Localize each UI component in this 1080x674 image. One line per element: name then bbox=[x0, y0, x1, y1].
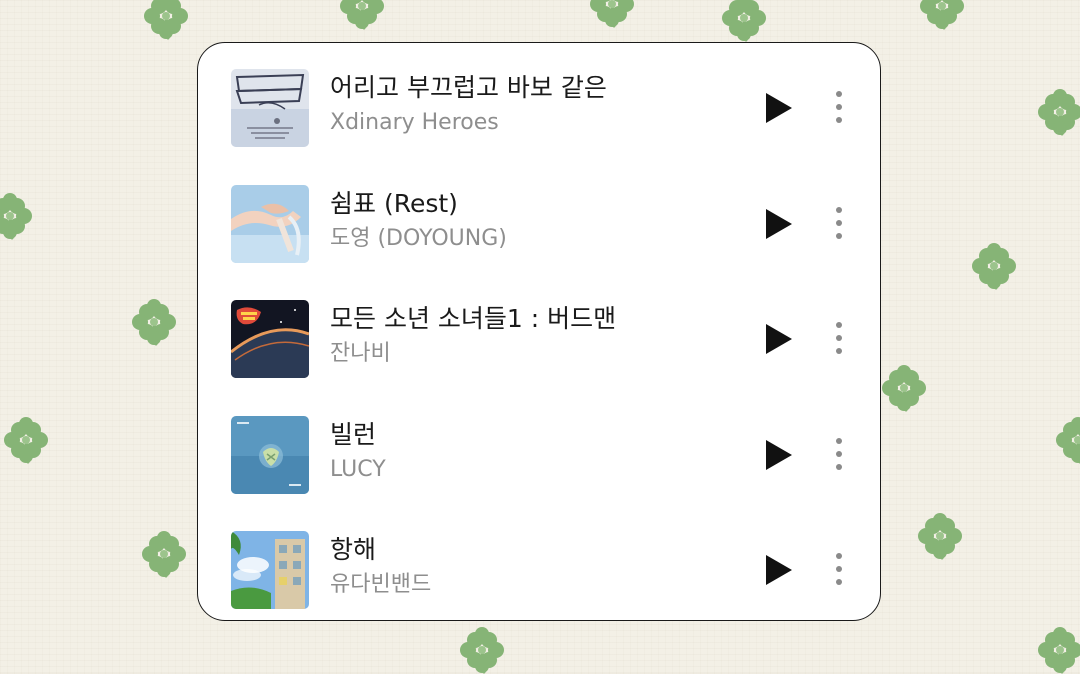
album-cover-planet[interactable] bbox=[231, 300, 309, 378]
clover-icon bbox=[1054, 416, 1080, 464]
clover-icon bbox=[458, 626, 506, 674]
play-icon[interactable] bbox=[763, 91, 795, 125]
play-icon[interactable] bbox=[763, 438, 795, 472]
clover-icon bbox=[142, 0, 190, 40]
clover-icon bbox=[2, 416, 50, 464]
more-vertical-icon[interactable] bbox=[828, 320, 850, 356]
track-title: 항해 bbox=[330, 535, 377, 564]
clover-icon bbox=[880, 364, 928, 412]
clover-icon bbox=[338, 0, 386, 30]
more-vertical-icon[interactable] bbox=[828, 551, 850, 587]
track-row[interactable]: 쉼표 (Rest) 도영 (DOYOUNG) bbox=[198, 185, 880, 275]
clover-icon bbox=[0, 192, 34, 240]
clover-icon bbox=[1036, 88, 1080, 136]
track-row[interactable]: 빌런 LUCY bbox=[198, 416, 880, 506]
album-cover-troubleshooting[interactable] bbox=[231, 69, 309, 147]
clover-icon bbox=[1036, 626, 1080, 674]
track-title: 어리고 부끄럽고 바보 같은 bbox=[330, 73, 607, 102]
track-row[interactable]: 항해 유다빈밴드 bbox=[198, 531, 880, 620]
clover-icon bbox=[140, 530, 188, 578]
track-artist: Xdinary Heroes bbox=[330, 110, 499, 135]
clover-icon bbox=[970, 242, 1018, 290]
track-title: 모든 소년 소녀들1 : 버드맨 bbox=[330, 304, 617, 333]
album-cover-hands-sky[interactable] bbox=[231, 185, 309, 263]
track-row[interactable]: 어리고 부끄럽고 바보 같은 Xdinary Heroes bbox=[198, 69, 880, 159]
clover-icon bbox=[918, 0, 966, 30]
track-artist: 유다빈밴드 bbox=[330, 572, 432, 597]
play-icon[interactable] bbox=[763, 207, 795, 241]
track-artist: 잔나비 bbox=[330, 341, 391, 366]
more-vertical-icon[interactable] bbox=[828, 89, 850, 125]
track-artist: LUCY bbox=[330, 457, 386, 482]
album-cover-blue-flower[interactable] bbox=[231, 416, 309, 494]
track-title: 쉼표 (Rest) bbox=[330, 189, 458, 218]
clover-icon bbox=[130, 298, 178, 346]
clover-icon bbox=[588, 0, 636, 28]
clover-icon bbox=[916, 512, 964, 560]
play-icon[interactable] bbox=[763, 322, 795, 356]
track-artist: 도영 (DOYOUNG) bbox=[330, 226, 507, 251]
more-vertical-icon[interactable] bbox=[828, 205, 850, 241]
clover-icon bbox=[720, 0, 768, 42]
track-title: 빌런 bbox=[330, 420, 377, 449]
playlist-card: 어리고 부끄럽고 바보 같은 Xdinary Heroes 쉼표 (Rest) … bbox=[197, 42, 881, 621]
track-row[interactable]: 모든 소년 소녀들1 : 버드맨 잔나비 bbox=[198, 300, 880, 390]
more-vertical-icon[interactable] bbox=[828, 436, 850, 472]
play-icon[interactable] bbox=[763, 553, 795, 587]
album-cover-sky-building[interactable] bbox=[231, 531, 309, 609]
